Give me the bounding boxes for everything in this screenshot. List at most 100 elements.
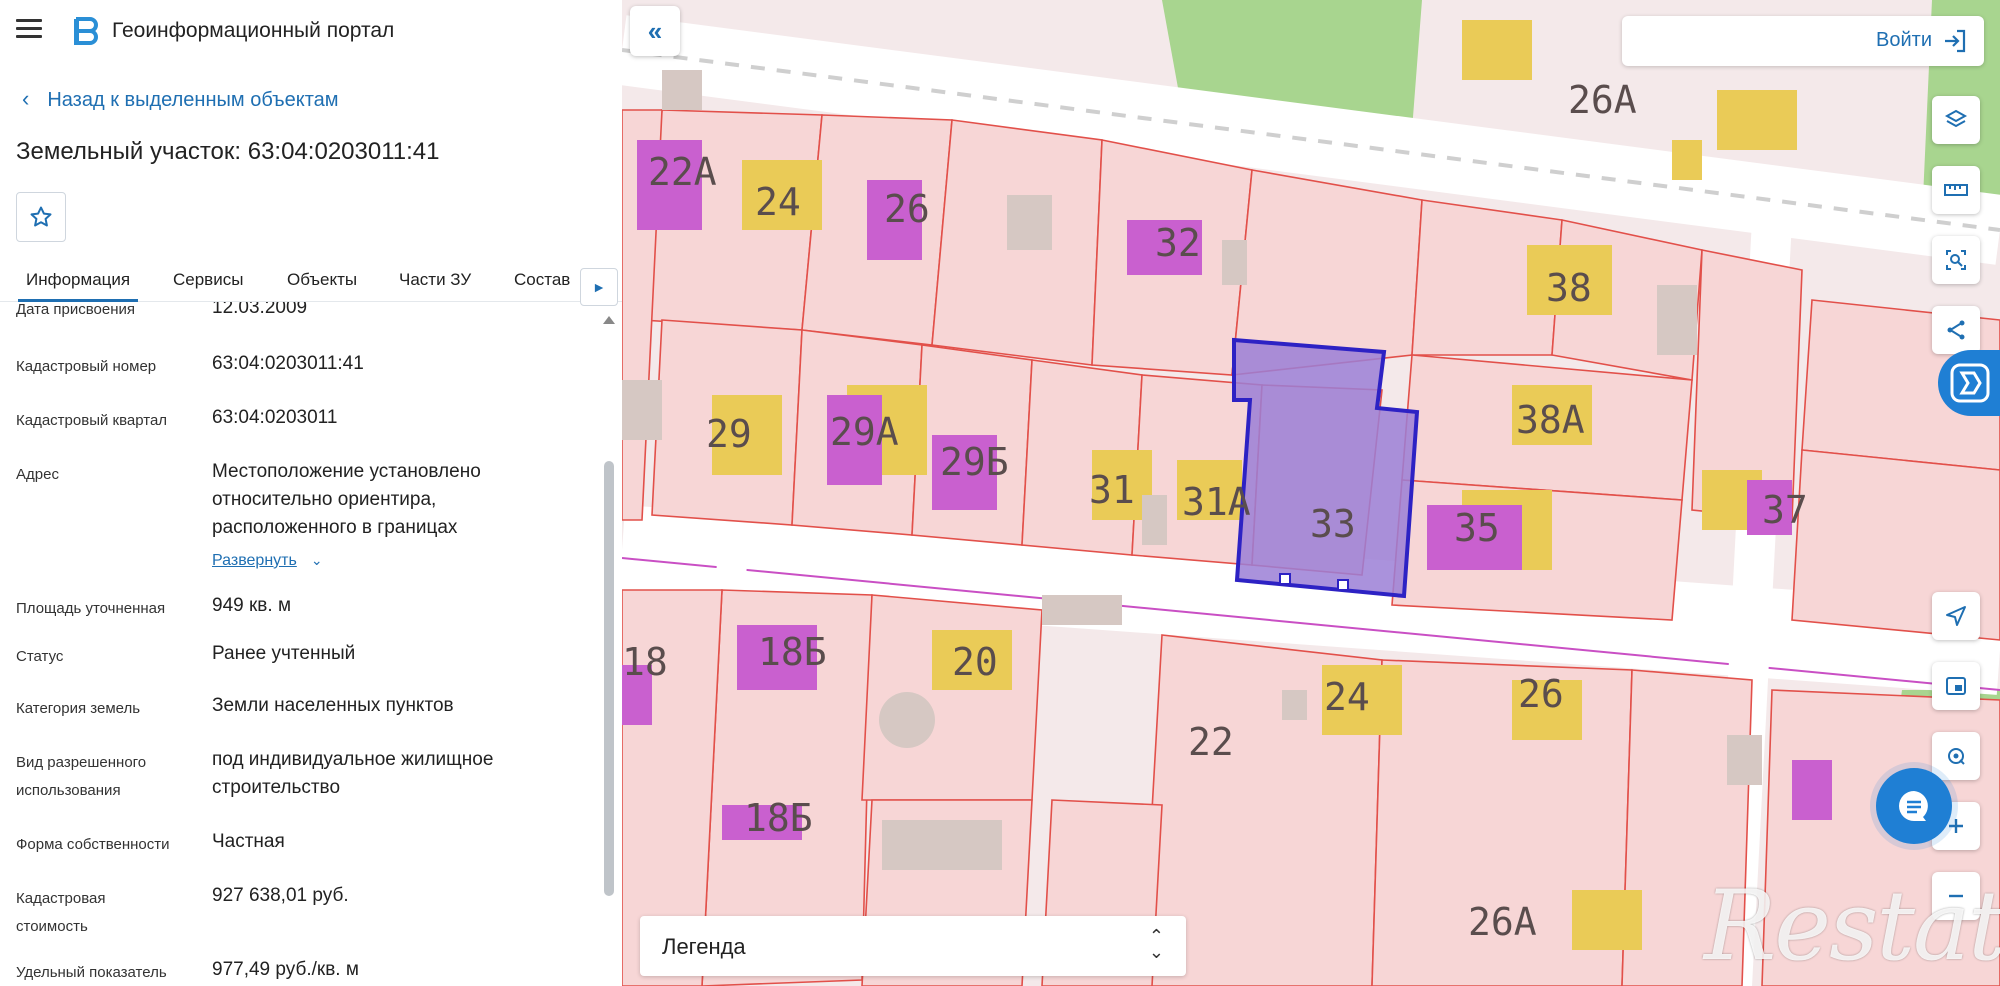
value-line: строительство	[212, 777, 341, 798]
parcel-label: 35	[1454, 506, 1500, 550]
layers-button[interactable]	[1932, 96, 1980, 144]
portal-logo-icon	[74, 17, 98, 45]
chevron-left-icon: ‹	[22, 86, 30, 111]
property-label: Дата присвоения	[16, 302, 135, 318]
parcel-label: 38	[1546, 266, 1592, 310]
favorite-button[interactable]	[16, 192, 66, 242]
parcel-label: 33	[1310, 502, 1356, 546]
property-value: Ранее учтенный	[212, 643, 356, 664]
expand-address-link[interactable]: Развернуть ⌄	[212, 546, 592, 575]
property-label: Вид разрешенного использования	[16, 749, 206, 805]
property-value: Земли населенных пунктов	[212, 695, 454, 716]
property-value: 63:04:0203011:41	[212, 353, 364, 374]
tab-information[interactable]: Информация	[26, 270, 130, 290]
tab-objects[interactable]: Объекты	[287, 270, 357, 290]
value-line: под индивидуальное жилищное	[212, 749, 494, 770]
hamburger-icon[interactable]	[16, 19, 42, 39]
parcel-label: 24	[755, 180, 801, 224]
parcel-marker	[1337, 579, 1349, 591]
share-button[interactable]	[1932, 306, 1980, 354]
property-value: 927 638,01 руб.	[212, 885, 349, 906]
expand-label: Развернуть	[212, 552, 297, 569]
address-line: относительно ориентира,	[212, 489, 437, 510]
address-line: Местоположение установлено	[212, 461, 481, 482]
back-to-selected-link[interactable]: ‹ Назад к выделенным объектам	[22, 86, 339, 112]
property-value: 12.03.2009	[212, 302, 308, 318]
login-icon	[1945, 29, 1966, 53]
property-value: 977,49 руб./кв. м	[212, 959, 359, 980]
property-label: Кадастровый номер	[16, 358, 157, 375]
properties-list: Дата присвоения 12.03.2009 Кадастровый н…	[0, 302, 600, 986]
property-value: Частная	[212, 831, 285, 852]
property-label: Форма собственности	[16, 836, 170, 853]
parcel-label: 29Б	[940, 440, 1009, 484]
scroll-thumb[interactable]	[604, 461, 614, 896]
double-chevron-left-icon: «	[647, 15, 663, 46]
ruler-icon	[1944, 184, 1968, 196]
panel-icon	[1950, 363, 1990, 403]
parcel-marker	[1279, 573, 1291, 585]
collapse-panel-button[interactable]: «	[630, 6, 680, 56]
parcel-label: 22А	[648, 150, 717, 194]
property-value: 949 кв. м	[212, 595, 292, 616]
chat-button[interactable]	[1876, 768, 1952, 844]
info-panel: Геоинформационный портал ‹ Назад к выделе…	[0, 0, 622, 986]
tab-services[interactable]: Сервисы	[173, 270, 243, 290]
watermark: Restate	[1704, 870, 2000, 982]
property-label: Удельный показатель	[16, 964, 167, 981]
chevron-down-icon: ⌄	[310, 552, 323, 568]
parcel-label: 26А	[1568, 78, 1637, 122]
label-line: Вид разрешенного	[16, 754, 147, 771]
side-panel-toggle-button[interactable]	[1938, 350, 2000, 416]
legend-dropdown[interactable]: Легенда ⌃ ⌄	[640, 916, 1186, 976]
chevron-right-icon: ►	[592, 279, 606, 295]
tab-composition[interactable]: Состав	[514, 270, 570, 290]
property-value: под индивидуальное жилищное строительств…	[212, 746, 592, 802]
login-button[interactable]: Войти	[1622, 16, 1984, 66]
print-button[interactable]	[1932, 662, 1980, 710]
panel-scrollbar[interactable]	[602, 316, 616, 986]
selected-parcel[interactable]	[1232, 337, 1420, 599]
property-label: Кадастровая стоимость	[16, 885, 206, 941]
parcel-label: 18	[622, 640, 668, 684]
label-line: стоимость	[16, 918, 88, 935]
tab-bar: Информация Сервисы Объекты Части ЗУ Сост…	[0, 262, 622, 302]
cadastral-map[interactable]: 22А 24 26 32 26А 38 29 29А 29Б 31 31А 33…	[622, 0, 2000, 986]
tabs-scroll-right-button[interactable]: ►	[580, 268, 618, 306]
property-label: Адрес	[16, 466, 59, 483]
parcel-label: 26	[1518, 672, 1564, 716]
search-location-button[interactable]	[1932, 732, 1980, 780]
locate-button[interactable]	[1932, 592, 1980, 640]
search-location-icon	[1948, 748, 1965, 765]
select-area-icon	[1946, 250, 1966, 270]
top-bar: Геоинформационный портал	[0, 0, 622, 62]
chevron-up-down-icon: ⌃ ⌄	[1148, 926, 1164, 962]
tab-parcel-parts[interactable]: Части ЗУ	[399, 270, 471, 290]
layers-icon	[1944, 109, 1968, 128]
property-label: Кадастровый квартал	[16, 412, 168, 429]
object-title: Земельный участок: 63:04:0203011:41	[16, 138, 440, 165]
address-line: расположенного в границах	[212, 517, 458, 538]
label-line: Кадастровая	[16, 890, 106, 907]
label-line: использования	[16, 782, 121, 799]
parcel-label: 18Б	[758, 630, 827, 674]
chat-icon	[1899, 791, 1928, 821]
share-icon	[1947, 320, 1965, 340]
property-label: Статус	[16, 648, 64, 665]
parcel-label: 32	[1155, 221, 1201, 265]
select-area-button[interactable]	[1932, 236, 1980, 284]
login-label: Войти	[1876, 29, 1932, 51]
parcel-label: 20	[952, 640, 998, 684]
parcel-label: 31А	[1182, 480, 1251, 524]
parcel-label: 22	[1188, 720, 1234, 764]
ruler-button[interactable]	[1932, 166, 1980, 214]
property-label: Категория земель	[16, 700, 141, 717]
star-icon	[30, 206, 52, 227]
parcel-label: 37	[1762, 488, 1808, 532]
parcel-label: 24	[1324, 675, 1370, 719]
property-label: Площадь уточненная	[16, 600, 166, 617]
back-link-label: Назад к выделенным объектам	[47, 89, 339, 111]
parcel-label: 31	[1089, 468, 1135, 512]
scroll-up-arrow-icon[interactable]	[603, 316, 615, 324]
parcel-label: 38А	[1516, 398, 1585, 442]
